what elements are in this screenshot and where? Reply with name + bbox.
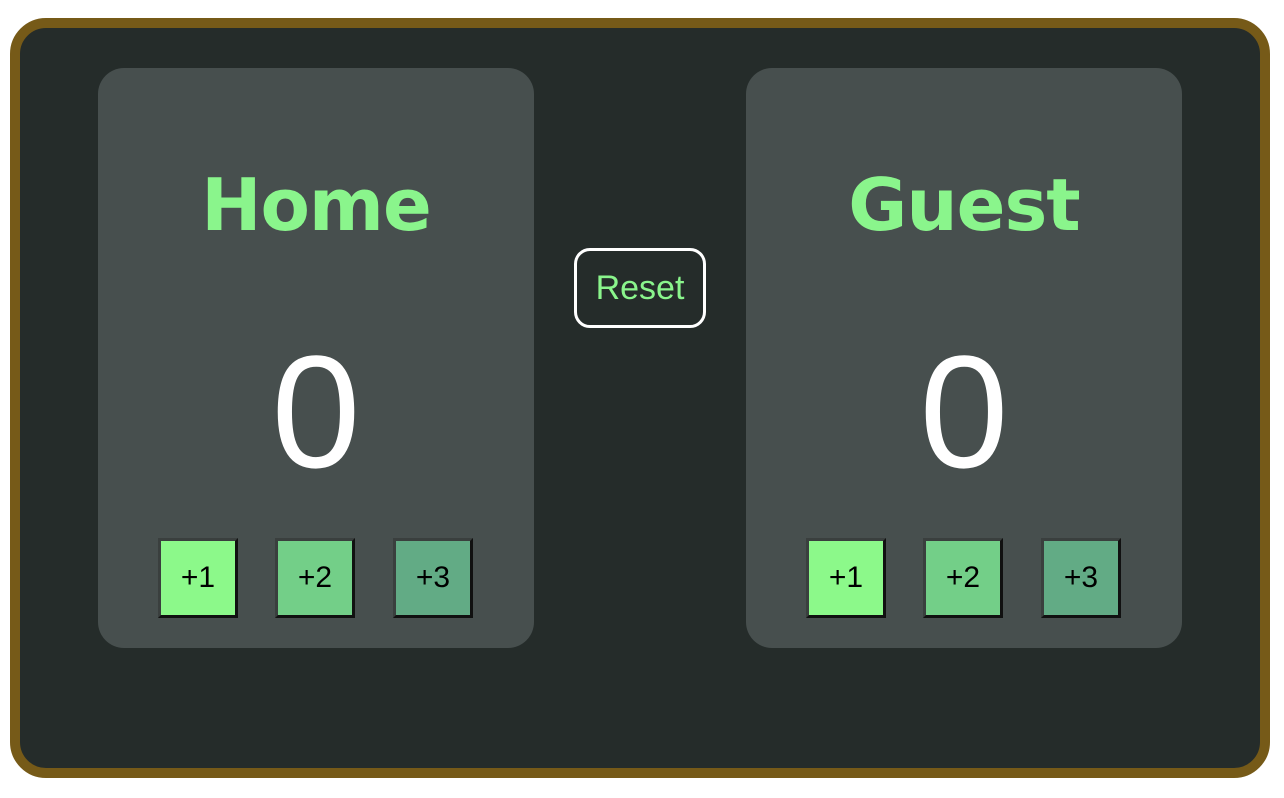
home-plus-2-button[interactable]: +2: [275, 538, 355, 618]
home-plus-3-button[interactable]: +3: [393, 538, 473, 618]
scoreboard: Home 0 +1 +2 +3 Reset Guest 0 +1 +2 +3: [10, 18, 1270, 778]
home-score: 0: [271, 322, 361, 501]
home-score-buttons: +1 +2 +3: [98, 538, 534, 618]
home-team-name: Home: [201, 163, 432, 247]
guest-panel: Guest 0 +1 +2 +3: [746, 68, 1182, 648]
guest-plus-2-button[interactable]: +2: [923, 538, 1003, 618]
guest-plus-1-button[interactable]: +1: [806, 538, 886, 618]
guest-score-buttons: +1 +2 +3: [746, 538, 1182, 618]
home-plus-1-button[interactable]: +1: [158, 538, 238, 618]
guest-score: 0: [919, 322, 1009, 501]
guest-team-name: Guest: [848, 163, 1080, 247]
reset-button[interactable]: Reset: [574, 248, 706, 328]
home-panel: Home 0 +1 +2 +3: [98, 68, 534, 648]
guest-plus-3-button[interactable]: +3: [1041, 538, 1121, 618]
